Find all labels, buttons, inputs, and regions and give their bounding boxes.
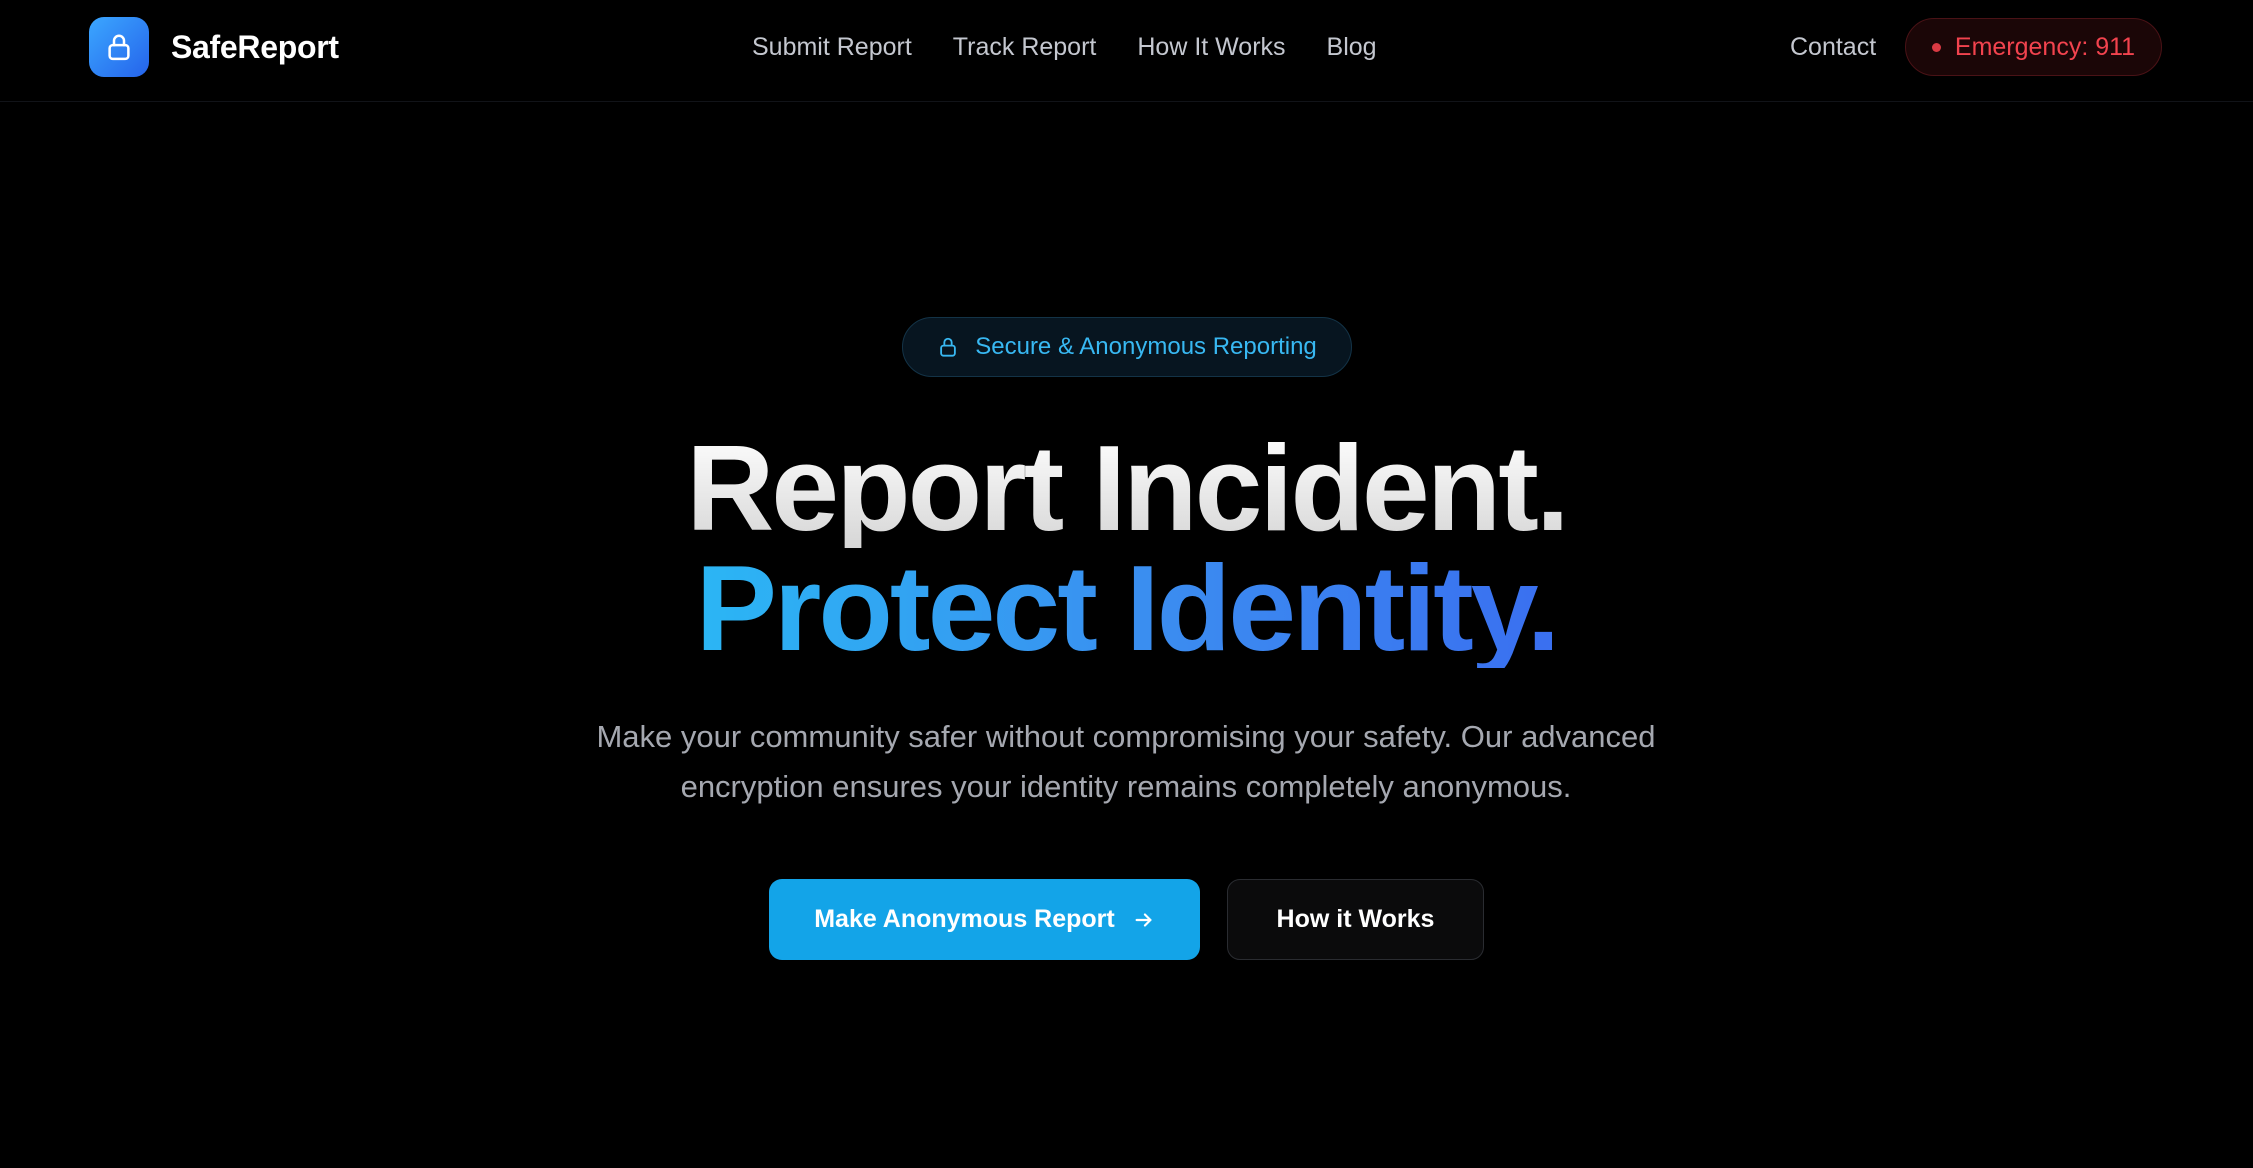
subtext-line-1: Make your community safer without compro… xyxy=(596,719,1656,754)
contact-link[interactable]: Contact xyxy=(1790,29,1876,65)
emergency-label: Emergency: 911 xyxy=(1954,32,2136,61)
nav-item-blog[interactable]: Blog xyxy=(1327,33,1377,62)
lock-icon xyxy=(937,336,959,358)
page: SafeReport Submit Report Track Report Ho… xyxy=(0,0,2253,1168)
security-badge: Secure & Anonymous Reporting xyxy=(902,317,1352,377)
arrow-right-icon xyxy=(1133,909,1155,931)
headline-line-1: Report Incident. xyxy=(0,427,2253,549)
headline-line-2: Protect Identity. xyxy=(695,540,1561,676)
subtext-line-2: encryption ensures your identity remains… xyxy=(680,769,1572,804)
nav-item-submit-report[interactable]: Submit Report xyxy=(752,33,912,62)
badge-label: Secure & Anonymous Reporting xyxy=(975,333,1317,360)
secondary-cta-label: How it Works xyxy=(1276,905,1435,933)
primary-cta-label: Make Anonymous Report xyxy=(814,905,1115,933)
how-it-works-button[interactable]: How it Works xyxy=(1227,879,1484,960)
nav-item-how-it-works[interactable]: How It Works xyxy=(1137,33,1285,62)
emergency-button[interactable]: Emergency: 911 xyxy=(1905,18,2162,76)
hero-subtext: Make your community safer without compro… xyxy=(526,712,1726,812)
brand[interactable]: SafeReport xyxy=(89,17,339,77)
brand-name: SafeReport xyxy=(171,28,339,65)
site-header: SafeReport Submit Report Track Report Ho… xyxy=(0,0,2253,102)
nav-item-track-report[interactable]: Track Report xyxy=(953,33,1097,62)
lock-icon xyxy=(89,17,149,77)
emergency-dot-icon xyxy=(1931,42,1941,52)
main-nav: Submit Report Track Report How It Works … xyxy=(752,29,1377,65)
make-anonymous-report-button[interactable]: Make Anonymous Report xyxy=(769,879,1200,960)
hero-headline: Report Incident. Protect Identity. xyxy=(0,427,2253,676)
